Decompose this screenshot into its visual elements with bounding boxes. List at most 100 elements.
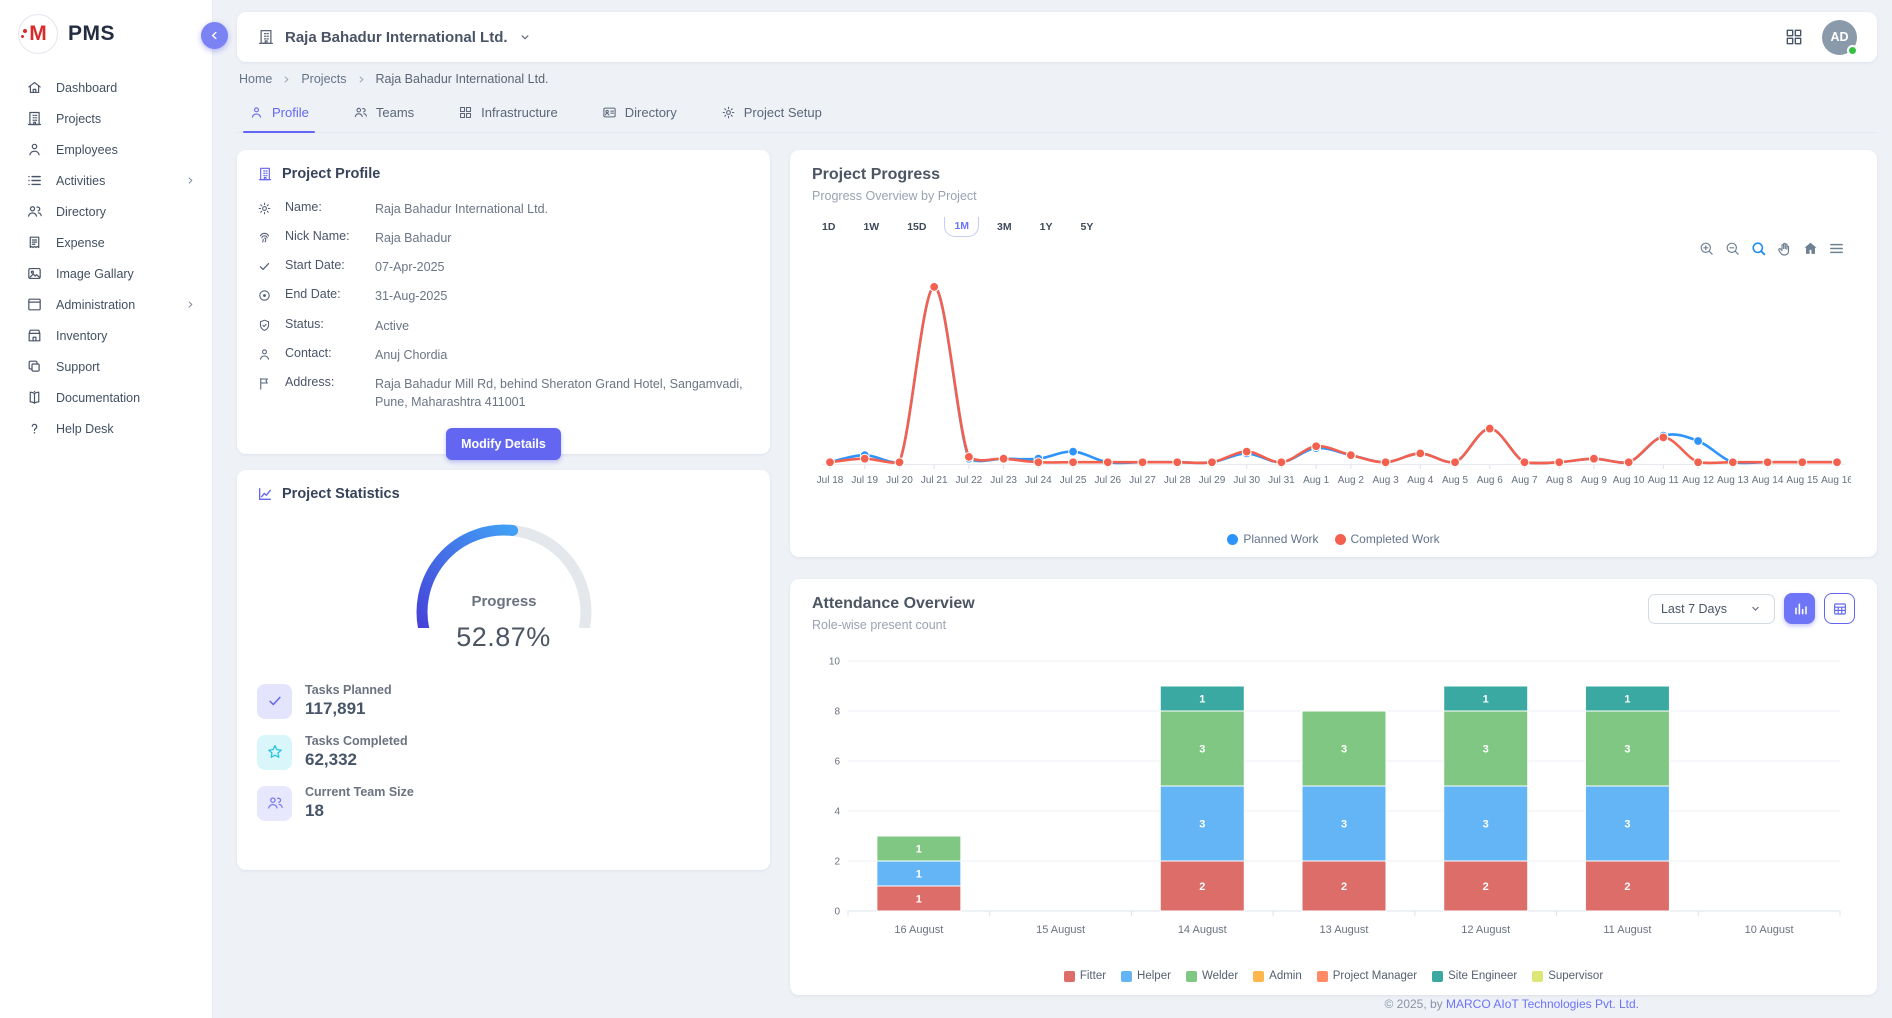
sidebar-item-administration[interactable]: Administration (0, 289, 212, 320)
svg-text:Aug 4: Aug 4 (1407, 475, 1434, 486)
chart-toolbar (1698, 240, 1845, 257)
sidebar-item-label: Directory (56, 205, 106, 219)
sidebar-item-help-desk[interactable]: Help Desk (0, 413, 212, 444)
progress-gauge-arc: Progress (398, 510, 610, 628)
statistics-list: Tasks Planned117,891Tasks Completed62,33… (257, 683, 750, 821)
project-progress-line-chart[interactable]: Jul 18Jul 19Jul 20Jul 21Jul 22Jul 23Jul … (816, 262, 1851, 500)
svg-text:2: 2 (1483, 881, 1489, 893)
selection-zoom-icon[interactable] (1750, 240, 1767, 257)
tab-infrastructure[interactable]: Infrastructure (458, 101, 558, 132)
legend-marker (1227, 534, 1238, 545)
legend-planned-work[interactable]: Planned Work (1227, 532, 1318, 546)
legend-helper[interactable]: Helper (1121, 970, 1171, 982)
user-avatar[interactable]: AD (1822, 20, 1857, 55)
svg-text:Aug 14: Aug 14 (1752, 475, 1784, 486)
field-label: Status: (285, 317, 367, 331)
menu-icon[interactable] (1828, 240, 1845, 257)
tab-project-setup[interactable]: Project Setup (721, 101, 822, 132)
sidebar-item-employees[interactable]: Employees (0, 134, 212, 165)
pan-icon[interactable] (1776, 240, 1793, 257)
svg-text:Aug 9: Aug 9 (1581, 475, 1608, 486)
svg-text:3: 3 (1624, 744, 1630, 756)
legend-completed-work[interactable]: Completed Work (1335, 532, 1440, 546)
legend-admin[interactable]: Admin (1253, 970, 1302, 982)
svg-text:Aug 3: Aug 3 (1373, 475, 1400, 486)
sidebar-item-label: Activities (56, 174, 105, 188)
tab-profile[interactable]: Profile (249, 101, 309, 132)
sidebar-item-projects[interactable]: Projects (0, 103, 212, 134)
breadcrumb-projects[interactable]: Projects (301, 72, 346, 86)
apps-grid-icon[interactable] (1784, 27, 1804, 47)
range-button-5y[interactable]: 5Y (1070, 217, 1103, 237)
legend-label: Planned Work (1243, 532, 1318, 546)
legend-supervisor[interactable]: Supervisor (1532, 970, 1603, 982)
svg-text:8: 8 (834, 707, 840, 718)
range-button-1w[interactable]: 1W (853, 217, 889, 237)
sidebar-item-directory[interactable]: Directory (0, 196, 212, 227)
sidebar-item-support[interactable]: Support (0, 351, 212, 382)
range-button-15d[interactable]: 15D (897, 217, 936, 237)
footer-company-link[interactable]: MARCO AIoT Technologies Pvt. Ltd. (1446, 997, 1639, 1011)
svg-text:3: 3 (1341, 819, 1347, 831)
field-value: Raja Bahadur International Ltd. (375, 200, 750, 218)
store-icon (26, 327, 43, 344)
sidebar-item-documentation[interactable]: Documentation (0, 382, 212, 413)
svg-text:1: 1 (916, 844, 922, 856)
progress-chart-title: Project Progress (812, 166, 1855, 184)
sidebar-item-expense[interactable]: Expense (0, 227, 212, 258)
field-value: 07-Apr-2025 (375, 258, 750, 276)
list-icon (26, 172, 43, 189)
app-logo[interactable]: M PMS (0, 0, 212, 66)
range-button-1d[interactable]: 1D (812, 217, 845, 237)
modify-details-button[interactable]: Modify Details (446, 428, 561, 460)
field-label: Start Date: (285, 258, 367, 272)
legend-marker (1253, 971, 1264, 982)
sidebar-item-label: Projects (56, 112, 101, 126)
sidebar-item-activities[interactable]: Activities (0, 165, 212, 196)
legend-fitter[interactable]: Fitter (1064, 970, 1106, 982)
field-label: Contact: (285, 346, 367, 360)
sidebar-item-dashboard[interactable]: Dashboard (0, 72, 212, 103)
legend-welder[interactable]: Welder (1186, 970, 1238, 982)
svg-text:Aug 16: Aug 16 (1821, 475, 1851, 486)
date-range-dropdown[interactable]: Last 7 Days (1648, 594, 1775, 624)
range-button-3m[interactable]: 3M (987, 217, 1022, 237)
svg-text:Jul 21: Jul 21 (921, 475, 948, 486)
stat-value: 62,332 (305, 750, 408, 770)
legend-marker (1186, 971, 1197, 982)
zoom-in-icon[interactable] (1698, 240, 1715, 257)
company-selector[interactable]: Raja Bahadur International Ltd. (257, 28, 532, 46)
online-status-dot (1847, 45, 1858, 56)
range-button-1m[interactable]: 1M (944, 217, 979, 237)
breadcrumb-home[interactable]: Home (239, 72, 272, 86)
svg-text:Progress: Progress (471, 593, 536, 610)
svg-text:3: 3 (1199, 819, 1205, 831)
legend-site-engineer[interactable]: Site Engineer (1432, 970, 1517, 982)
project-statistics-card: Project Statistics Progress 52.87% Tasks… (237, 470, 770, 870)
profile-fields: Name:Raja Bahadur International Ltd.Nick… (257, 197, 750, 414)
svg-text:Aug 12: Aug 12 (1682, 475, 1714, 486)
sidebar-item-image-gallary[interactable]: Image Gallary (0, 258, 212, 289)
breadcrumb-raja-bahadur-international-ltd: Raja Bahadur International Ltd. (376, 72, 549, 86)
attendance-bar-chart: 024681016 August11115 August14 August233… (814, 653, 1854, 951)
sidebar-item-label: Administration (56, 298, 135, 312)
range-button-1y[interactable]: 1Y (1030, 217, 1063, 237)
zoom-out-icon[interactable] (1724, 240, 1741, 257)
table-view-toggle-button[interactable] (1824, 593, 1855, 624)
statistics-card-title: Project Statistics (282, 486, 400, 502)
svg-text:Jul 29: Jul 29 (1199, 475, 1226, 486)
svg-text:3: 3 (1624, 819, 1630, 831)
field-value: Active (375, 317, 750, 335)
sidebar-collapse-button[interactable] (201, 22, 228, 49)
sidebar-item-inventory[interactable]: Inventory (0, 320, 212, 351)
circle-dot-icon (257, 288, 272, 303)
legend-project-manager[interactable]: Project Manager (1317, 970, 1417, 982)
chevron-right-icon (356, 74, 367, 85)
home-icon[interactable] (1802, 240, 1819, 257)
bar-view-toggle-button[interactable] (1784, 593, 1815, 624)
tab-teams[interactable]: Teams (353, 101, 414, 132)
chevron-down-icon (1749, 602, 1762, 615)
people-icon (353, 105, 368, 120)
tab-directory[interactable]: Directory (602, 101, 677, 132)
gear-icon (257, 201, 272, 216)
